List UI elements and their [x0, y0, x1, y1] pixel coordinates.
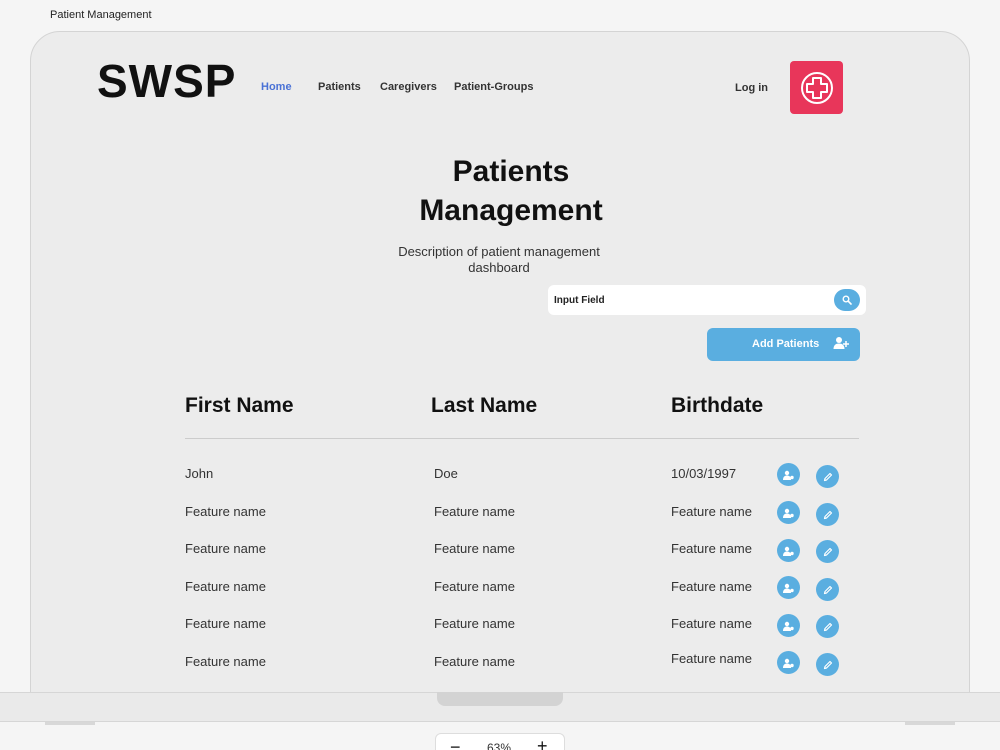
user-settings-icon [783, 508, 794, 518]
row-user-settings-button[interactable] [777, 501, 800, 524]
add-patients-button[interactable]: Add Patients [707, 328, 860, 361]
row-user-settings-button[interactable] [777, 539, 800, 562]
medical-logo[interactable] [790, 61, 843, 114]
user-settings-icon [783, 470, 794, 480]
zoom-control: − 63% + [435, 733, 565, 750]
nav-home[interactable]: Home [261, 81, 292, 93]
cell-last-name: Feature name [434, 504, 515, 519]
row-edit-button[interactable] [816, 578, 839, 601]
cell-last-name: Feature name [434, 541, 515, 556]
cell-last-name: Feature name [434, 616, 515, 631]
row-user-settings-button[interactable] [777, 651, 800, 674]
page-description-line1: Description of patient management [398, 244, 600, 259]
device-notch [437, 692, 563, 706]
cell-first-name: Feature name [185, 504, 266, 519]
nav-caregivers[interactable]: Caregivers [380, 81, 437, 93]
user-settings-icon [783, 658, 794, 668]
page-title: Patients Management [361, 152, 661, 230]
frame-title: Patient Management [50, 9, 152, 21]
cell-first-name: John [185, 466, 214, 481]
add-user-icon [833, 337, 849, 349]
page-title-line2: Management [419, 194, 603, 227]
edit-pencil-icon [823, 547, 832, 556]
add-patients-label: Add Patients [752, 338, 820, 350]
medical-cross-icon [800, 71, 833, 104]
row-edit-button[interactable] [816, 653, 839, 676]
row-user-settings-button[interactable] [777, 463, 800, 486]
brand-logo-text[interactable]: SWSP [97, 54, 236, 108]
zoom-level: 63% [487, 741, 512, 750]
login-link[interactable]: Log in [735, 82, 768, 94]
page-description: Description of patient management dashbo… [381, 244, 617, 276]
zoom-out-button[interactable]: − [450, 737, 461, 750]
edit-pencil-icon [823, 660, 832, 669]
edit-pencil-icon [823, 622, 832, 631]
cell-last-name: Doe [434, 466, 458, 481]
search-button[interactable] [834, 289, 860, 311]
cell-birthdate: Feature name [671, 504, 752, 519]
cell-first-name: Feature name [185, 579, 266, 594]
page-title-line1: Patients [452, 155, 570, 188]
search-icon [842, 295, 852, 305]
edit-pencil-icon [823, 472, 832, 481]
header-divider [185, 438, 859, 439]
cell-last-name: Feature name [434, 579, 515, 594]
cell-birthdate: Feature name [671, 541, 752, 556]
device-foot-right [905, 722, 955, 725]
column-header-birthdate: Birthdate [671, 394, 764, 417]
cell-birthdate: Feature name [671, 579, 752, 594]
cell-birthdate: 10/03/1997 [671, 466, 737, 481]
user-settings-icon [783, 546, 794, 556]
column-header-last-name: Last Name [431, 394, 538, 417]
device-foot-left [45, 722, 95, 725]
edit-pencil-icon [823, 510, 832, 519]
nav-patients[interactable]: Patients [318, 81, 361, 93]
edit-pencil-icon [823, 585, 832, 594]
column-header-first-name: First Name [185, 394, 294, 417]
nav-patient-groups[interactable]: Patient-Groups [454, 81, 533, 93]
cell-first-name: Feature name [185, 541, 266, 556]
search-input[interactable] [554, 291, 824, 309]
row-edit-button[interactable] [816, 540, 839, 563]
device-frame: SWSP Home Patients Caregivers Patient-Gr… [30, 31, 970, 721]
cell-last-name: Feature name [434, 654, 515, 669]
cell-first-name: Feature name [185, 616, 266, 631]
row-edit-button[interactable] [816, 615, 839, 638]
row-edit-button[interactable] [816, 503, 839, 526]
row-user-settings-button[interactable] [777, 576, 800, 599]
user-settings-icon [783, 583, 794, 593]
cell-birthdate: Feature name [671, 651, 752, 666]
cell-first-name: Feature name [185, 654, 266, 669]
cell-birthdate: Feature name [671, 616, 752, 631]
zoom-in-button[interactable]: + [537, 736, 548, 750]
row-user-settings-button[interactable] [777, 614, 800, 637]
row-edit-button[interactable] [816, 465, 839, 488]
search-bar [548, 285, 866, 315]
user-settings-icon [783, 621, 794, 631]
page-description-line2: dashboard [468, 260, 530, 275]
